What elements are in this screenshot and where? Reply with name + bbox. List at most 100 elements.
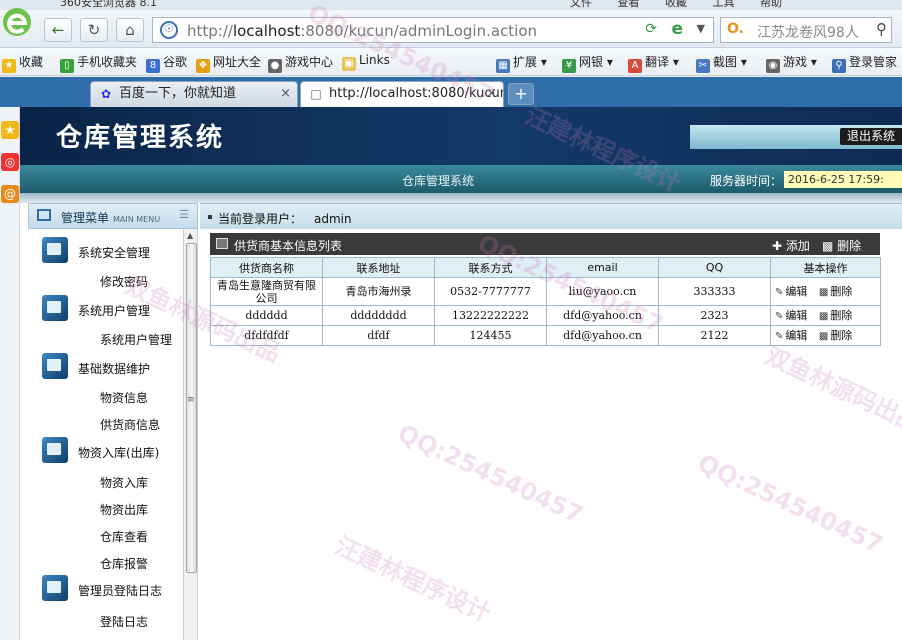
col-qq: QQ: [658, 257, 771, 278]
fav-game[interactable]: ◉ 游戏 ▾: [766, 53, 817, 73]
supplier-table: 供货商名称 联系地址 联系方式 email QQ 基本操作 青岛生意隆商贸有限公…: [210, 257, 881, 346]
menu-item-change-password[interactable]: 修改密码: [100, 273, 148, 290]
menu-item-stock-alarm[interactable]: 仓库报警: [100, 555, 148, 572]
reload-icon[interactable]: ⟳: [645, 21, 657, 37]
table-header-row: 供货商名称 联系地址 联系方式 email QQ 基本操作: [210, 257, 881, 278]
scroll-grip-icon: ≡: [187, 395, 195, 405]
edit-button[interactable]: ✎ 编辑: [775, 329, 807, 342]
fav-collect[interactable]: ★ 收藏: [2, 53, 43, 73]
menu-item-login-log[interactable]: 登陆日志: [100, 613, 148, 630]
menu-item-supplier-info[interactable]: 供货商信息: [100, 416, 160, 433]
chevron-down-icon[interactable]: ▼: [697, 22, 705, 35]
server-time-label: 服务器时间：: [710, 174, 783, 188]
favorites-bar: ★ 收藏 ▯ 手机收藏夹 8 谷歌 ❖ 网址大全 ● 游戏中心 ▣ Links ▦ 扩展 ▾ …: [0, 48, 902, 76]
menu-item-stock-view[interactable]: 仓库查看: [100, 528, 148, 545]
fav-extensions[interactable]: ▦ 扩展 ▾: [496, 53, 547, 73]
menu-group-security[interactable]: 系统安全管理: [42, 237, 182, 267]
menu-view[interactable]: 查看: [618, 0, 640, 9]
address-bar[interactable]: ☉ http://localhost:8080/kucun/adminLogin…: [152, 17, 714, 43]
fav-translate[interactable]: A 翻译 ▾: [628, 53, 679, 73]
page-icon: □: [310, 87, 322, 101]
edit-button[interactable]: ✎ 编辑: [775, 309, 807, 322]
arrow-left-icon: ←: [51, 21, 65, 39]
cell-contact: 13222222222: [434, 305, 547, 326]
home-button[interactable]: ⌂: [116, 18, 144, 42]
row-delete-button[interactable]: ▩ 删除: [819, 309, 852, 322]
fav-hao[interactable]: ❖ 网址大全: [196, 53, 261, 73]
current-user-bar: 当前登录用户： admin: [200, 203, 902, 229]
col-actions: 基本操作: [770, 257, 881, 278]
plus-icon: ✚: [772, 239, 783, 253]
menu-tools[interactable]: 工具: [713, 0, 735, 9]
header-divider: [20, 193, 902, 203]
menu-help[interactable]: 帮助: [760, 0, 782, 9]
row-delete-button[interactable]: ▩ 删除: [819, 285, 852, 298]
cell-address: 青岛市海州录: [322, 277, 435, 306]
fav-links[interactable]: ▣ Links: [342, 53, 390, 71]
address-url[interactable]: http://localhost:8080/kucun/adminLogin.a…: [187, 22, 537, 40]
cell-contact: 124455: [434, 325, 547, 346]
menu-group-stock[interactable]: 物资入库(出库): [42, 437, 182, 467]
cell-qq: 2323: [658, 305, 771, 326]
edit-button[interactable]: ✎ 编辑: [775, 285, 807, 298]
fav-bank[interactable]: ¥ 网银 ▾: [562, 53, 613, 73]
menu-favorites[interactable]: 收藏: [665, 0, 687, 9]
cell-contact: 0532-7777777: [434, 277, 547, 306]
scrollbar-thumb[interactable]: [186, 243, 197, 573]
tab-localhost[interactable]: □ http://localhost:8080/kucun/ ×: [300, 81, 504, 107]
menu-grip-icon[interactable]: ☰: [179, 208, 189, 221]
current-user-name: admin: [314, 212, 352, 226]
search-engine-icon[interactable]: O.: [727, 21, 744, 37]
back-button[interactable]: ←: [44, 18, 72, 42]
compass-icon: ❖: [196, 59, 210, 73]
new-tab-button[interactable]: +: [508, 83, 534, 105]
cell-supplier-name: dfdfdfdf: [210, 325, 323, 346]
fav-google[interactable]: 8 谷歌: [146, 53, 187, 73]
search-box[interactable]: O. 江苏龙卷风98人 ⚲: [720, 17, 892, 43]
menu-group-basic-data[interactable]: 基础数据维护: [42, 353, 182, 383]
fav-mobile[interactable]: ▯ 手机收藏夹: [60, 53, 137, 73]
row-delete-button[interactable]: ▩ 删除: [819, 329, 852, 342]
menu-item-stock-in[interactable]: 物资入库: [100, 474, 148, 491]
menu-file[interactable]: 文件: [570, 0, 592, 9]
star-icon[interactable]: ★: [1, 121, 19, 139]
at-icon[interactable]: @: [1, 185, 19, 203]
close-icon[interactable]: ×: [486, 82, 497, 106]
fav-login-manager[interactable]: ⚲ 登录管家: [832, 53, 897, 73]
fav-games[interactable]: ● 游戏中心: [268, 53, 333, 73]
table-row: 青岛生意隆商贸有限公司 青岛市海州录 0532-7777777 liu@yaoo…: [210, 277, 881, 306]
cell-qq: 333333: [658, 277, 771, 306]
scroll-up-icon[interactable]: ▲: [187, 231, 193, 240]
monitor-icon: [42, 575, 68, 601]
menu-item-goods-info[interactable]: 物资信息: [100, 389, 148, 406]
menu-window-icon: [37, 209, 51, 221]
browser-logo-icon: [3, 8, 31, 36]
menu-item-stock-out[interactable]: 物资出库: [100, 501, 148, 518]
list-icon: [216, 238, 228, 249]
app-banner: 仓库管理系统 退出系统: [20, 107, 902, 165]
add-button[interactable]: ✚ 添加: [772, 237, 810, 254]
monitor-icon: [42, 353, 68, 379]
cell-actions: ✎ 编辑 ▩ 删除: [770, 305, 881, 326]
menu-group-users[interactable]: 系统用户管理: [42, 295, 182, 325]
browser-side-strip: ★ ◎ @: [0, 107, 20, 640]
menu-item-user-manage[interactable]: 系统用户管理: [100, 331, 172, 348]
close-icon[interactable]: ×: [280, 82, 291, 106]
search-input[interactable]: 江苏龙卷风98人: [757, 22, 859, 42]
logout-button[interactable]: 退出系统: [840, 128, 902, 145]
tab-baidu[interactable]: ✿ 百度一下，你就知道 ×: [90, 81, 298, 107]
cell-actions: ✎ 编辑 ▩ 删除: [770, 325, 881, 346]
search-icon[interactable]: ⚲: [876, 20, 887, 38]
panel-title: 供货商基本信息列表: [234, 239, 343, 253]
weibo-icon[interactable]: ◎: [1, 153, 19, 171]
menu-group-login-log[interactable]: 管理员登陆日志: [42, 575, 182, 605]
sidebar-scrollbar[interactable]: ▲ ≡: [183, 229, 197, 640]
delete-button[interactable]: ▩ 删除: [822, 237, 861, 254]
star-icon: ★: [2, 59, 16, 73]
ie-engine-icon[interactable]: e: [671, 19, 683, 39]
browser-menu: 文件 查看 收藏 工具 帮助: [548, 0, 782, 10]
fav-screenshot[interactable]: ✂ 截图 ▾: [696, 53, 747, 73]
cell-address: dfdf: [322, 325, 435, 346]
cell-actions: ✎ 编辑 ▩ 删除: [770, 277, 881, 306]
refresh-button[interactable]: ↻: [80, 18, 108, 42]
